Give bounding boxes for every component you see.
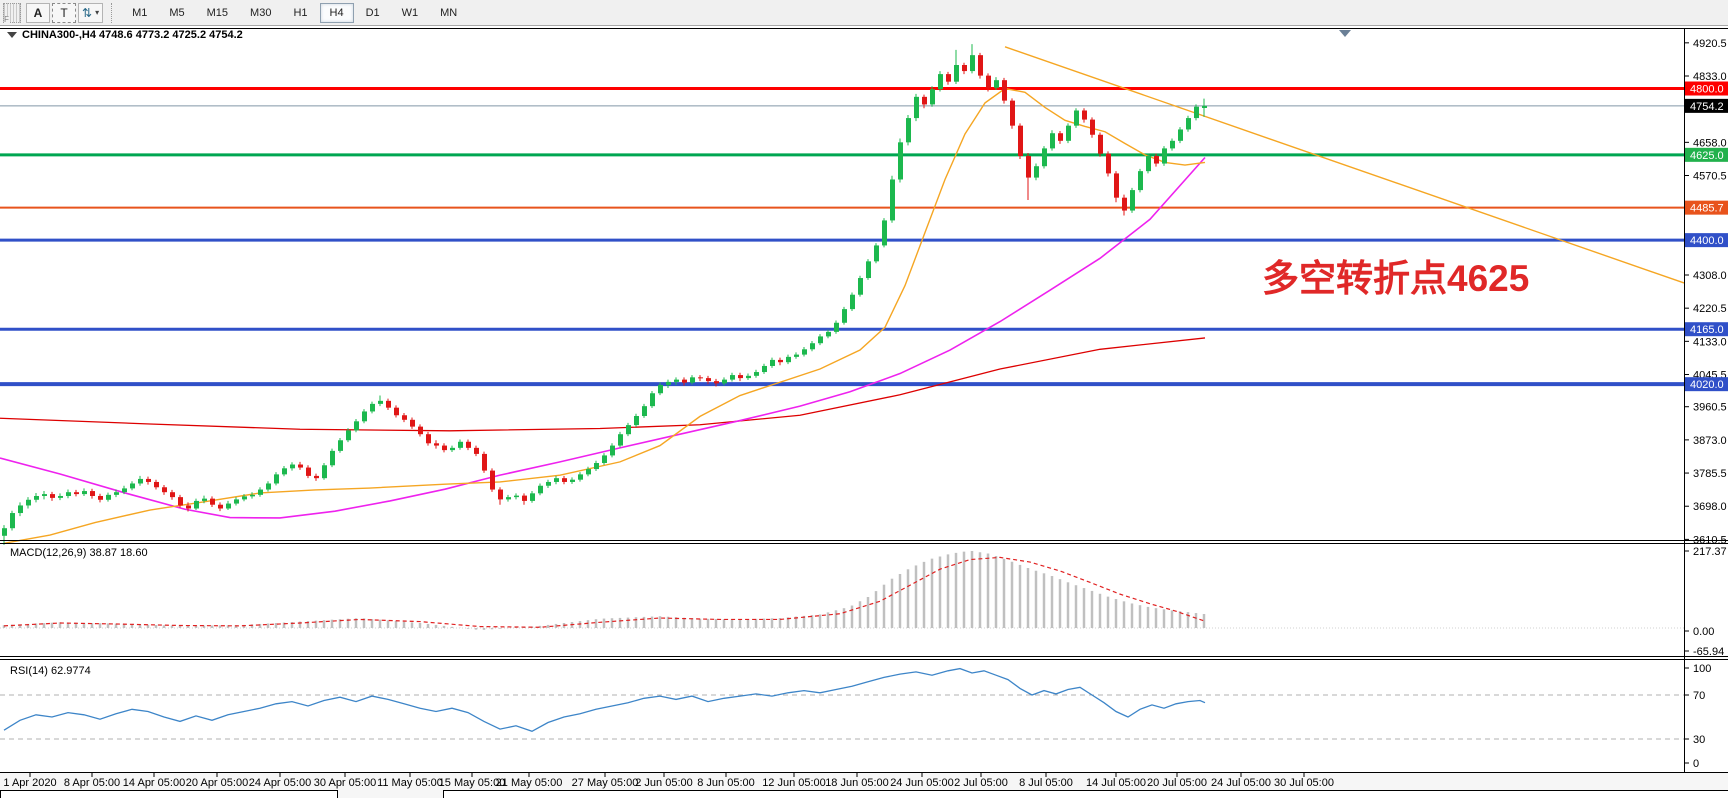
svg-text:4570.5: 4570.5 <box>1693 171 1727 183</box>
svg-text:30 Apr 05:00: 30 Apr 05:00 <box>314 777 376 789</box>
svg-text:24 Jul 05:00: 24 Jul 05:00 <box>1211 777 1271 789</box>
timeframe-button-h4[interactable]: H4 <box>320 3 354 23</box>
timeframe-button-m15[interactable]: M15 <box>197 3 238 23</box>
svg-text:217.37: 217.37 <box>1693 546 1727 558</box>
timeframe-button-m5[interactable]: M5 <box>159 3 194 23</box>
svg-text:4658.0: 4658.0 <box>1693 137 1727 149</box>
svg-text:4133.0: 4133.0 <box>1693 336 1727 348</box>
timeframe-button-m30[interactable]: M30 <box>240 3 281 23</box>
svg-text:18 Jun 05:00: 18 Jun 05:00 <box>825 777 889 789</box>
timeframe-button-d1[interactable]: D1 <box>356 3 390 23</box>
chevron-down-icon: ▾ <box>95 8 99 17</box>
svg-text:8 Apr 05:00: 8 Apr 05:00 <box>64 777 120 789</box>
toolbar-grip-icon[interactable]: F <box>3 3 21 23</box>
annotation-text[interactable]: 多空转折点4625 <box>1262 258 1529 299</box>
svg-text:4754.2: 4754.2 <box>1690 101 1724 113</box>
svg-text:4920.5: 4920.5 <box>1693 38 1727 50</box>
cursor-a-button[interactable]: A <box>26 3 50 23</box>
svg-text:3698.0: 3698.0 <box>1693 501 1727 513</box>
svg-text:70: 70 <box>1693 690 1705 702</box>
svg-text:8 Jun 05:00: 8 Jun 05:00 <box>697 777 755 789</box>
svg-text:21 May 05:00: 21 May 05:00 <box>496 777 563 789</box>
svg-text:4400.0: 4400.0 <box>1690 235 1724 247</box>
rsi-label: RSI(14) 62.9774 <box>10 665 91 677</box>
chart-canvas[interactable]: 多空转折点4625 CHINA300-,H4 4748.6 4773.2 4725… <box>0 0 1728 798</box>
bottom-tab-left[interactable] <box>1 791 338 798</box>
macd-label: MACD(12,26,9) 38.87 18.60 <box>10 547 148 559</box>
timeframe-button-m1[interactable]: M1 <box>122 3 157 23</box>
svg-text:4833.0: 4833.0 <box>1693 71 1727 83</box>
svg-text:2 Jun 05:00: 2 Jun 05:00 <box>635 777 693 789</box>
svg-text:1 Apr 2020: 1 Apr 2020 <box>3 777 56 789</box>
svg-text:3785.5: 3785.5 <box>1693 468 1727 480</box>
svg-text:2 Jul 05:00: 2 Jul 05:00 <box>954 777 1008 789</box>
timeframe-group: M1M5M15M30H1H4D1W1MN <box>121 3 468 23</box>
svg-text:11 May 05:00: 11 May 05:00 <box>377 777 443 789</box>
svg-text:20 Apr 05:00: 20 Apr 05:00 <box>186 777 248 789</box>
svg-text:14 Jul 05:00: 14 Jul 05:00 <box>1086 777 1146 789</box>
svg-text:3960.5: 3960.5 <box>1693 402 1727 414</box>
svg-text:4485.7: 4485.7 <box>1690 203 1724 215</box>
svg-text:30: 30 <box>1693 734 1705 746</box>
bottom-tabs <box>1 791 1728 798</box>
svg-text:100: 100 <box>1693 663 1711 675</box>
svg-text:20 Jul 05:00: 20 Jul 05:00 <box>1147 777 1207 789</box>
svg-text:3610.5: 3610.5 <box>1693 534 1727 546</box>
timeframe-button-w1[interactable]: W1 <box>392 3 429 23</box>
cycle-arrows-button[interactable]: ⇅▾ <box>78 3 103 23</box>
top-toolbar: F A T ⇅▾ M1M5M15M30H1H4D1W1MN <box>0 0 1728 26</box>
chart-title: CHINA300-,H4 4748.6 4773.2 4725.2 4754.2 <box>22 29 243 41</box>
svg-text:0.00: 0.00 <box>1693 626 1714 638</box>
svg-text:27 May 05:00: 27 May 05:00 <box>572 777 639 789</box>
svg-text:0: 0 <box>1693 758 1699 770</box>
timeframe-button-mn[interactable]: MN <box>430 3 467 23</box>
svg-text:8 Jul 05:00: 8 Jul 05:00 <box>1019 777 1073 789</box>
svg-text:12 Jun 05:00: 12 Jun 05:00 <box>762 777 826 789</box>
svg-text:14 Apr 05:00: 14 Apr 05:00 <box>123 777 185 789</box>
svg-text:4020.0: 4020.0 <box>1690 379 1724 391</box>
svg-text:4625.0: 4625.0 <box>1690 150 1724 162</box>
text-tool-button[interactable]: T <box>52 3 76 23</box>
timeframe-button-h1[interactable]: H1 <box>283 3 317 23</box>
svg-text:4308.0: 4308.0 <box>1693 270 1727 282</box>
svg-text:3873.0: 3873.0 <box>1693 435 1727 447</box>
toolbar-separator <box>111 3 116 23</box>
svg-text:4165.0: 4165.0 <box>1690 324 1724 336</box>
svg-text:30 Jul 05:00: 30 Jul 05:00 <box>1274 777 1334 789</box>
svg-text:4800.0: 4800.0 <box>1690 84 1724 96</box>
svg-text:-65.94: -65.94 <box>1693 646 1724 658</box>
svg-text:24 Apr 05:00: 24 Apr 05:00 <box>249 777 311 789</box>
svg-text:24 Jun 05:00: 24 Jun 05:00 <box>890 777 954 789</box>
svg-text:4220.5: 4220.5 <box>1693 303 1727 315</box>
bottom-tab-right[interactable] <box>444 791 1728 798</box>
